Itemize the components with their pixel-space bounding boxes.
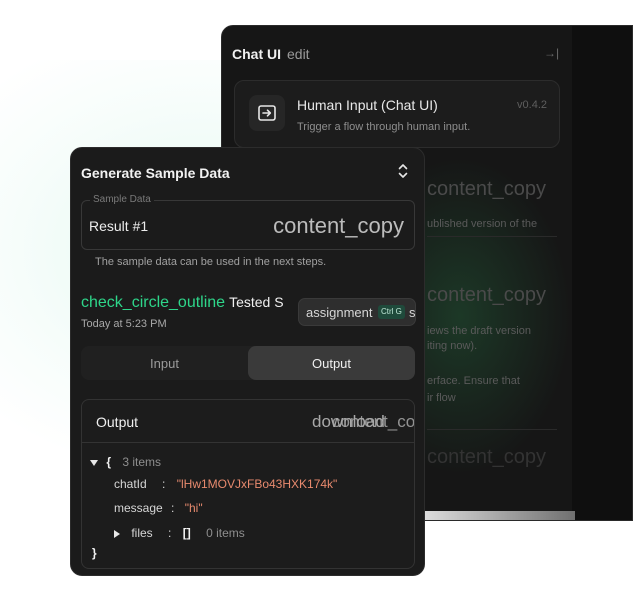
tab-output[interactable]: Output	[248, 346, 415, 380]
sample-data-value: Result #1	[89, 218, 149, 234]
divider	[427, 236, 557, 237]
json-open-brace: {	[106, 455, 112, 469]
json-root-row[interactable]: { 3 items	[90, 455, 161, 469]
json-colon: :	[168, 526, 172, 540]
output-title: Output	[96, 414, 139, 430]
copy-icon-1[interactable]: content_copy	[427, 178, 546, 201]
interface-text-1: erface. Ensure that	[427, 375, 520, 387]
node-description: Trigger a flow through human input.	[297, 121, 471, 133]
json-key: message	[114, 501, 163, 515]
input-output-tabs: Input Output	[81, 346, 415, 380]
chevron-updown-icon[interactable]	[397, 162, 409, 180]
divider	[427, 429, 557, 430]
json-row-files[interactable]: files : [] 0 items	[114, 526, 245, 540]
draft-text-2: iting now).	[427, 340, 478, 352]
assignment-tooltip[interactable]: assignment Ctrl G st	[298, 298, 416, 326]
assignment-tail-text: st	[409, 305, 416, 320]
panel-glow	[412, 156, 572, 476]
json-close-row: }	[92, 546, 97, 560]
tested-label: Tested S	[229, 294, 284, 310]
json-array: []	[182, 526, 191, 540]
node-version: v0.4.2	[517, 99, 547, 111]
generate-sample-data-panel: Generate Sample Data Sample Data Result …	[70, 147, 425, 576]
panel-header: Chat UI edit	[232, 46, 310, 62]
shortcut-badge: Ctrl G	[378, 305, 405, 319]
panel-bottom-edge	[425, 511, 575, 520]
panel-title: Generate Sample Data	[81, 165, 230, 181]
copy-icon-2[interactable]: content_copy	[427, 284, 546, 307]
edit-link[interactable]: edit	[287, 46, 310, 62]
node-title: Human Input (Chat UI)	[297, 97, 438, 113]
json-colon: :	[162, 477, 166, 491]
assignment-icon: assignment	[306, 305, 373, 320]
draft-text-1: iews the draft version	[427, 325, 531, 337]
output-header: Output download content_co	[82, 400, 414, 443]
input-arrow-icon	[249, 95, 285, 131]
copy-icon-3[interactable]: content_copy	[427, 446, 546, 469]
json-item-count: 0 items	[206, 526, 245, 540]
json-value: "lHw1MOVJxFBo43HXK174k"	[176, 477, 338, 491]
json-colon: :	[171, 501, 175, 515]
interface-text-2: ir flow	[427, 392, 456, 404]
json-tree: { 3 items chatId : "lHw1MOVJxFBo43HXK174…	[82, 443, 414, 568]
published-text: ublished version of the	[427, 218, 538, 230]
json-row: message : "hi"	[114, 501, 203, 515]
collapse-triangle-icon[interactable]	[90, 459, 98, 466]
sample-data-legend: Sample Data	[90, 194, 154, 205]
output-viewer: Output download content_co { 3 items cha…	[81, 399, 415, 569]
expand-triangle-icon[interactable]	[114, 529, 120, 538]
panel-edge	[572, 26, 632, 520]
copy-icon[interactable]: content_copy	[273, 213, 404, 239]
tab-input[interactable]: Input	[81, 346, 248, 380]
human-input-node-card[interactable]: Human Input (Chat UI) Trigger a flow thr…	[234, 80, 560, 148]
json-key: files	[131, 526, 153, 540]
panel-title: Chat UI	[232, 46, 281, 62]
sample-data-select[interactable]: Sample Data Result #1 content_copy	[81, 194, 415, 250]
tested-timestamp: Today at 5:23 PM	[81, 318, 167, 330]
sample-data-help: The sample data can be used in the next …	[95, 256, 327, 268]
collapse-icon[interactable]: →|	[544, 46, 559, 60]
json-row: chatId : "lHw1MOVJxFBo43HXK174k"	[114, 477, 337, 491]
copy-icon[interactable]: content_co	[332, 412, 414, 432]
json-key: chatId	[114, 477, 147, 491]
json-value: "hi"	[184, 501, 203, 515]
output-actions: download content_co	[312, 412, 414, 434]
tested-status: check_circle_outline Tested S	[81, 294, 284, 312]
json-item-count: 3 items	[122, 455, 162, 469]
check-circle-icon: check_circle_outline	[81, 294, 226, 311]
json-close-brace: }	[92, 546, 97, 560]
